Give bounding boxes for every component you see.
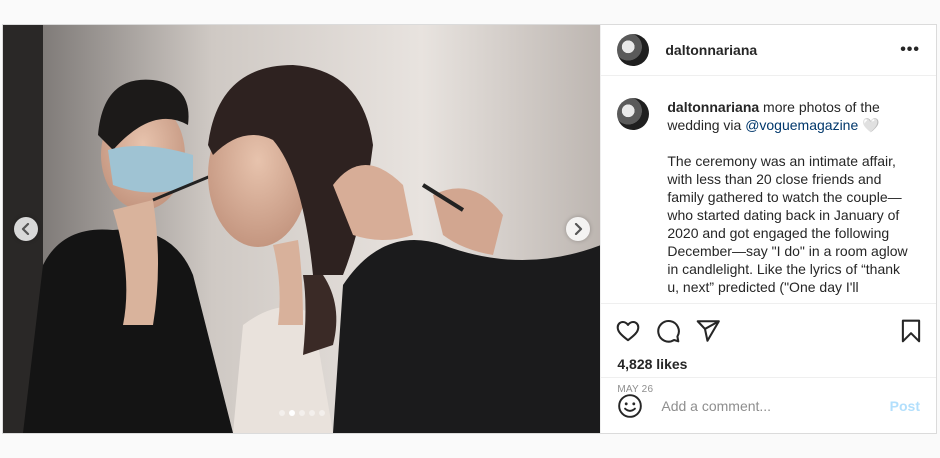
paper-plane-icon[interactable] bbox=[695, 318, 721, 344]
comments-section[interactable]: daltonnariana more photos of the wedding… bbox=[601, 76, 936, 304]
caption-emoji: 🤍 bbox=[862, 117, 880, 133]
comment-bubble-icon[interactable] bbox=[655, 318, 681, 344]
post-comment-button[interactable]: Post bbox=[890, 398, 920, 414]
carousel-dot bbox=[278, 410, 285, 416]
carousel-dot bbox=[288, 410, 295, 416]
post-media-carousel[interactable] bbox=[3, 25, 601, 433]
caption-avatar[interactable] bbox=[617, 98, 650, 130]
heart-icon[interactable] bbox=[615, 318, 641, 344]
post-caption: daltonnariana more photos of the wedding… bbox=[667, 98, 913, 303]
post-card: daltonnariana ••• daltonnariana more pho… bbox=[2, 24, 937, 434]
carousel-dot bbox=[298, 410, 305, 416]
caption-mention-link[interactable]: @voguemagazine bbox=[745, 117, 858, 133]
carousel-prev-button[interactable] bbox=[14, 217, 38, 241]
bookmark-icon[interactable] bbox=[898, 318, 924, 344]
chevron-right-icon bbox=[575, 223, 583, 235]
carousel-dot bbox=[318, 410, 325, 416]
post-side-panel: daltonnariana ••• daltonnariana more pho… bbox=[600, 25, 936, 433]
carousel-dots bbox=[3, 410, 600, 416]
caption-username[interactable]: daltonnariana bbox=[667, 99, 759, 115]
add-comment-bar: Post bbox=[601, 377, 936, 433]
chevron-left-icon bbox=[21, 223, 30, 235]
comment-input[interactable] bbox=[659, 396, 890, 415]
caption-body: The ceremony was an intimate affair, wit… bbox=[667, 153, 908, 295]
post-header: daltonnariana ••• bbox=[601, 25, 936, 76]
more-options-icon[interactable]: ••• bbox=[900, 42, 920, 58]
carousel-dot bbox=[308, 410, 315, 416]
post-photo bbox=[3, 25, 601, 433]
avatar[interactable] bbox=[617, 34, 650, 66]
smiley-icon[interactable] bbox=[617, 393, 643, 419]
header-username[interactable]: daltonnariana bbox=[665, 42, 757, 58]
likes-count[interactable]: 4,828 likes bbox=[601, 356, 936, 372]
post-actions bbox=[601, 310, 936, 352]
